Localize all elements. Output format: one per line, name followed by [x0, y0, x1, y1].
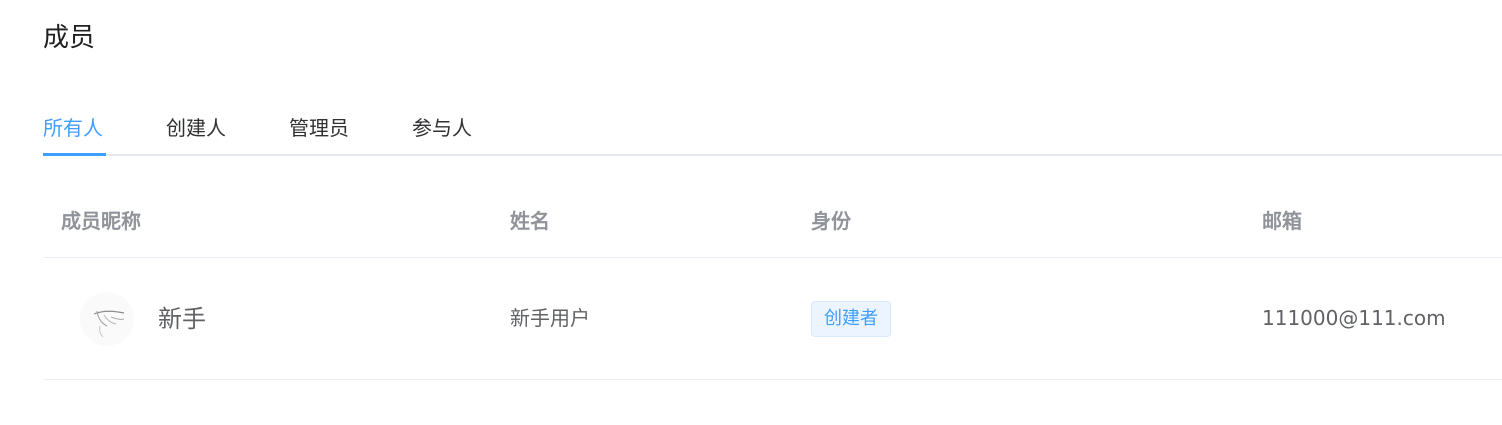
column-header-name: 姓名 [510, 209, 550, 233]
role-badge: 创建者 [811, 301, 891, 337]
active-tab-indicator [43, 153, 106, 156]
table-header: 成员昵称 姓名 身份 邮箱 [43, 185, 1502, 258]
tab-all[interactable]: 所有人 [43, 110, 103, 154]
member-name: 新手用户 [510, 306, 590, 330]
tabs-divider [43, 154, 1502, 156]
avatar[interactable] [80, 292, 134, 346]
tab-participant[interactable]: 参与人 [412, 110, 472, 154]
member-tabs: 所有人 创建人 管理员 参与人 [43, 110, 1502, 156]
column-header-role: 身份 [811, 209, 851, 233]
tab-admin[interactable]: 管理员 [289, 110, 349, 154]
members-table: 成员昵称 姓名 身份 邮箱 新手 新手用户 创建者 111000@111.com [43, 185, 1502, 380]
tab-creator[interactable]: 创建人 [166, 110, 226, 154]
member-nickname: 新手 [158, 305, 206, 333]
user-avatar-icon [93, 310, 125, 338]
column-header-nickname: 成员昵称 [61, 209, 141, 233]
table-row[interactable]: 新手 新手用户 创建者 111000@111.com [43, 258, 1502, 380]
page-title: 成员 [43, 23, 96, 53]
member-email: 111000@111.com [1262, 306, 1446, 330]
column-header-email: 邮箱 [1262, 209, 1302, 233]
